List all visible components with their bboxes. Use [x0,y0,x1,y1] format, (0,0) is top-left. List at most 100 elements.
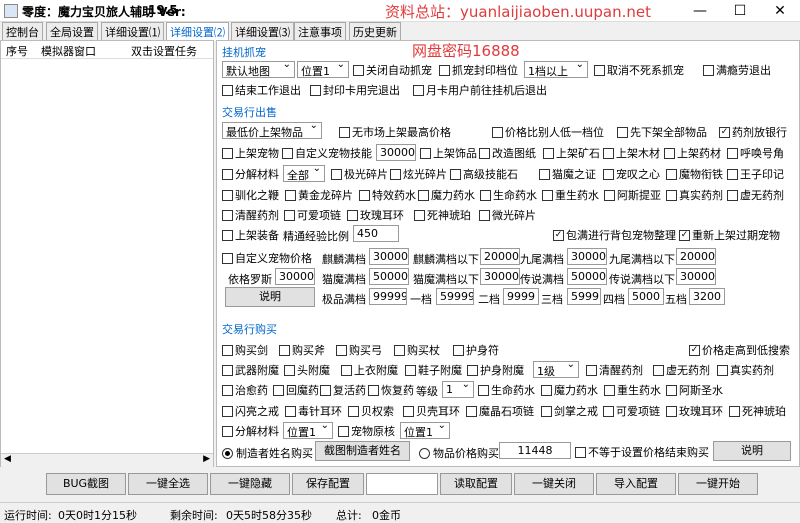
custom-pet-skill-checkbox[interactable]: 自定义宠物技能 [282,146,372,160]
cute-necklace-checkbox[interactable]: 可爱项链 [284,208,341,222]
shiny-ring-checkbox[interactable]: 闪亮之戒 [222,404,279,418]
maximize-button[interactable]: ☐ [720,0,760,22]
buy-life-checkbox[interactable]: 生命药水 [478,383,535,397]
legend-input[interactable]: 500000 [567,268,607,285]
hide-all-button[interactable]: 一键隐藏 [210,473,290,495]
price-lower-checkbox[interactable]: 价格比别人低一档位 [492,125,604,139]
tab-detail-3[interactable]: 详细设置⑶ [231,22,294,40]
relist-pet-checkbox[interactable]: ✓ 重新上架过期宠物 [679,228,780,242]
tab-detail-1[interactable]: 详细设置⑴ [101,22,164,40]
import-config-button[interactable]: 导入配置 [596,473,676,495]
scroll-left-icon[interactable]: ◀ [4,454,11,464]
save-config-button[interactable]: 保存配置 [292,473,364,495]
buy-revive-checkbox[interactable]: 重生药水 [604,383,661,397]
sell-herb-checkbox[interactable]: 上架药材 [664,146,721,160]
sell-equip-checkbox[interactable]: 上架装备 [222,228,279,242]
ninetail-low-input[interactable]: 200000 [676,248,716,265]
effect-potion-checkbox[interactable]: 特效药水 [359,188,416,202]
tab-notes[interactable]: 注意事项 [294,22,346,40]
scroll-right-icon[interactable]: ▶ [203,454,210,464]
decompose-pos-select[interactable]: 位置1 [283,422,333,439]
item-price-radio[interactable]: 物品价格购买 [419,445,499,461]
horn-checkbox[interactable]: 呼唤号角 [727,146,784,160]
dazzle-shard-checkbox[interactable]: 炫光碎片 [390,167,447,181]
buy-sober-checkbox[interactable]: 清醒药剂 [586,363,643,377]
true-potion-checkbox[interactable]: 真实药剂 [666,188,723,202]
prince-seal-checkbox[interactable]: 王子印记 [727,167,784,181]
sell-ore-checkbox[interactable]: 上架矿石 [543,146,600,160]
catch-seal-checkbox[interactable]: 抓宠封印档位 [439,63,518,77]
whip-checkbox[interactable]: 驯化之鞭 [222,188,279,202]
catdemon-proof-checkbox[interactable]: 猫魔之证 [539,167,596,181]
close-button[interactable]: ✕ [760,0,800,22]
mana-restore-checkbox[interactable]: 回魔药 [273,383,319,397]
aurora-shard-checkbox[interactable]: 极光碎片 [331,167,388,181]
screenshot-maker-button[interactable]: 截图制造者姓名 [315,441,410,461]
pet-heart-checkbox[interactable]: 宠叹之心 [603,167,660,181]
sober-potion-checkbox[interactable]: 清醒药剂 [222,208,279,222]
buy-price-input[interactable]: 11448 [499,442,571,459]
golden-dragon-checkbox[interactable]: 黄金龙碎片 [285,188,353,202]
seal-level-select[interactable]: 1档以上 [524,61,588,78]
sell-mode-select[interactable]: 最低价上架物品 [222,122,322,139]
shell-rope-checkbox[interactable]: 贝权索 [348,404,394,418]
sword-ring-checkbox[interactable]: 剑掌之戒 [541,404,598,418]
buy-void-checkbox[interactable]: 虚无药剂 [653,363,710,377]
emulator-list[interactable]: 序号 模拟器窗口 双击设置任务 ◀ ▶ [0,40,214,467]
amulet-checkbox[interactable]: 护身符 [453,343,499,357]
buy-axe-checkbox[interactable]: 购买斧 [279,343,325,357]
pet-skill-price-input[interactable]: 300000 [376,144,416,161]
buy-death-amber-checkbox[interactable]: 死神琥珀 [729,404,786,418]
maker-name-radio[interactable]: 制造者姓名购买 [222,445,313,461]
load-config-button[interactable]: 读取配置 [440,473,512,495]
select-all-button[interactable]: 一键全选 [128,473,208,495]
grade3-input[interactable]: 5999 [567,288,601,305]
revive-potion-checkbox[interactable]: 重生药水 [542,188,599,202]
buy-sword-checkbox[interactable]: 购买剑 [222,343,268,357]
config-name-input[interactable] [366,473,438,495]
buy-bow-checkbox[interactable]: 购买弓 [336,343,382,357]
sell-explain-button[interactable]: 说明 [225,287,315,307]
map-select[interactable]: 默认地图 [222,61,295,78]
demon-bit-checkbox[interactable]: 魔物衔铁 [666,167,723,181]
ninetail-input[interactable]: 300000 [567,248,607,265]
astia-checkbox[interactable]: 阿斯提亚 [604,188,661,202]
bank-potion-checkbox[interactable]: ✓ 药剂放银行 [719,125,787,139]
close-all-button[interactable]: 一键关闭 [514,473,594,495]
potion-level-select[interactable]: 1 [442,381,474,398]
head-enchant-checkbox[interactable]: 头附魔 [284,363,330,377]
shell-earring-checkbox[interactable]: 贝壳耳环 [403,404,460,418]
death-amber-checkbox[interactable]: 死神琥珀 [414,208,471,222]
weapon-enchant-checkbox[interactable]: 武器附魔 [222,363,279,377]
bug-screenshot-button[interactable]: BUG截图 [46,473,126,495]
restore-checkbox[interactable]: 恢复药 [368,383,414,397]
holy-water-checkbox[interactable]: 阿斯圣水 [666,383,723,397]
legend-low-input[interactable]: 300000 [676,268,716,285]
sell-wood-checkbox[interactable]: 上架木材 [603,146,660,160]
no-market-checkbox[interactable]: 无市场上架最高价格 [339,125,451,139]
col-window[interactable]: 模拟器窗口 [41,43,96,59]
catdemon-low-input[interactable]: 300000 [480,268,520,285]
col-index[interactable]: 序号 [6,43,28,59]
buy-true-checkbox[interactable]: 真实药剂 [717,363,774,377]
heal-potion-checkbox[interactable]: 治愈药 [222,383,268,397]
position-select[interactable]: 位置1 [297,61,349,78]
top-enchant-checkbox[interactable]: 上衣附魔 [341,363,398,377]
sell-pet-checkbox[interactable]: 上架宠物 [222,146,279,160]
tired-exit-checkbox[interactable]: 满瘾劳退出 [703,63,771,77]
faint-shard-checkbox[interactable]: 微光碎片 [479,208,536,222]
bag-full-checkbox[interactable]: ✓ 包满进行背包宠物整理 [553,228,676,242]
grade5-input[interactable]: 3200 [689,288,725,305]
life-potion-checkbox[interactable]: 生命药水 [480,188,537,202]
custom-pet-price-checkbox[interactable]: 自定义宠物价格 [222,251,312,265]
buy-cute-necklace-checkbox[interactable]: 可爱项链 [603,404,660,418]
rose-earring-checkbox[interactable]: 玫瑰耳环 [347,208,404,222]
pet-core-pos-select[interactable]: 位置1 [400,422,450,439]
cancel-undead-checkbox[interactable]: 取消不死系抓宠 [594,63,684,77]
buy-explain-button[interactable]: 说明 [713,441,791,461]
sell-jewelry-checkbox[interactable]: 上架饰品 [420,146,477,160]
amulet-enchant-checkbox[interactable]: 护身附魔 [467,363,524,377]
qilin-low-input[interactable]: 200000 [480,248,520,265]
not-equal-price-checkbox[interactable]: 不等于设置价格结束购买 [575,445,709,459]
end-work-exit-checkbox[interactable]: 结束工作退出 [222,83,301,97]
